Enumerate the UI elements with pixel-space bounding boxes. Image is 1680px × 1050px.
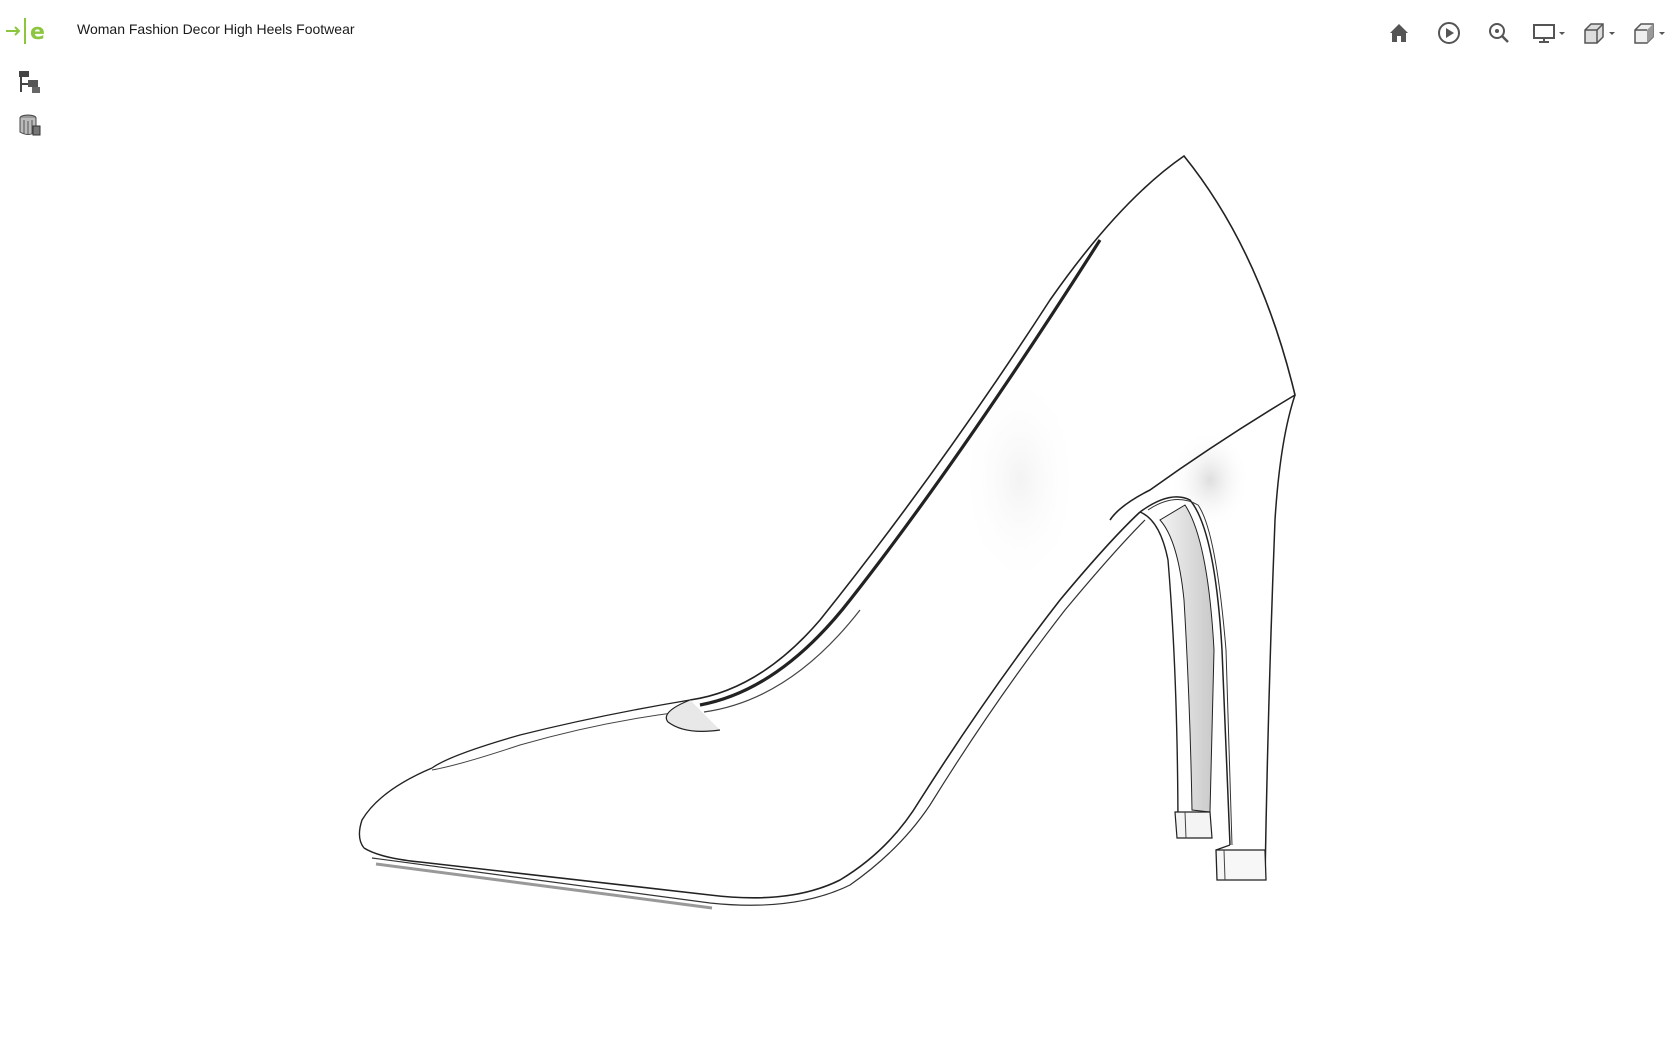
app-window: e Woman Fashion Decor High Heels Footwea… [0, 0, 1680, 1050]
high-heel-shoe-model [358, 154, 1296, 910]
3d-viewport[interactable] [0, 64, 1680, 1050]
